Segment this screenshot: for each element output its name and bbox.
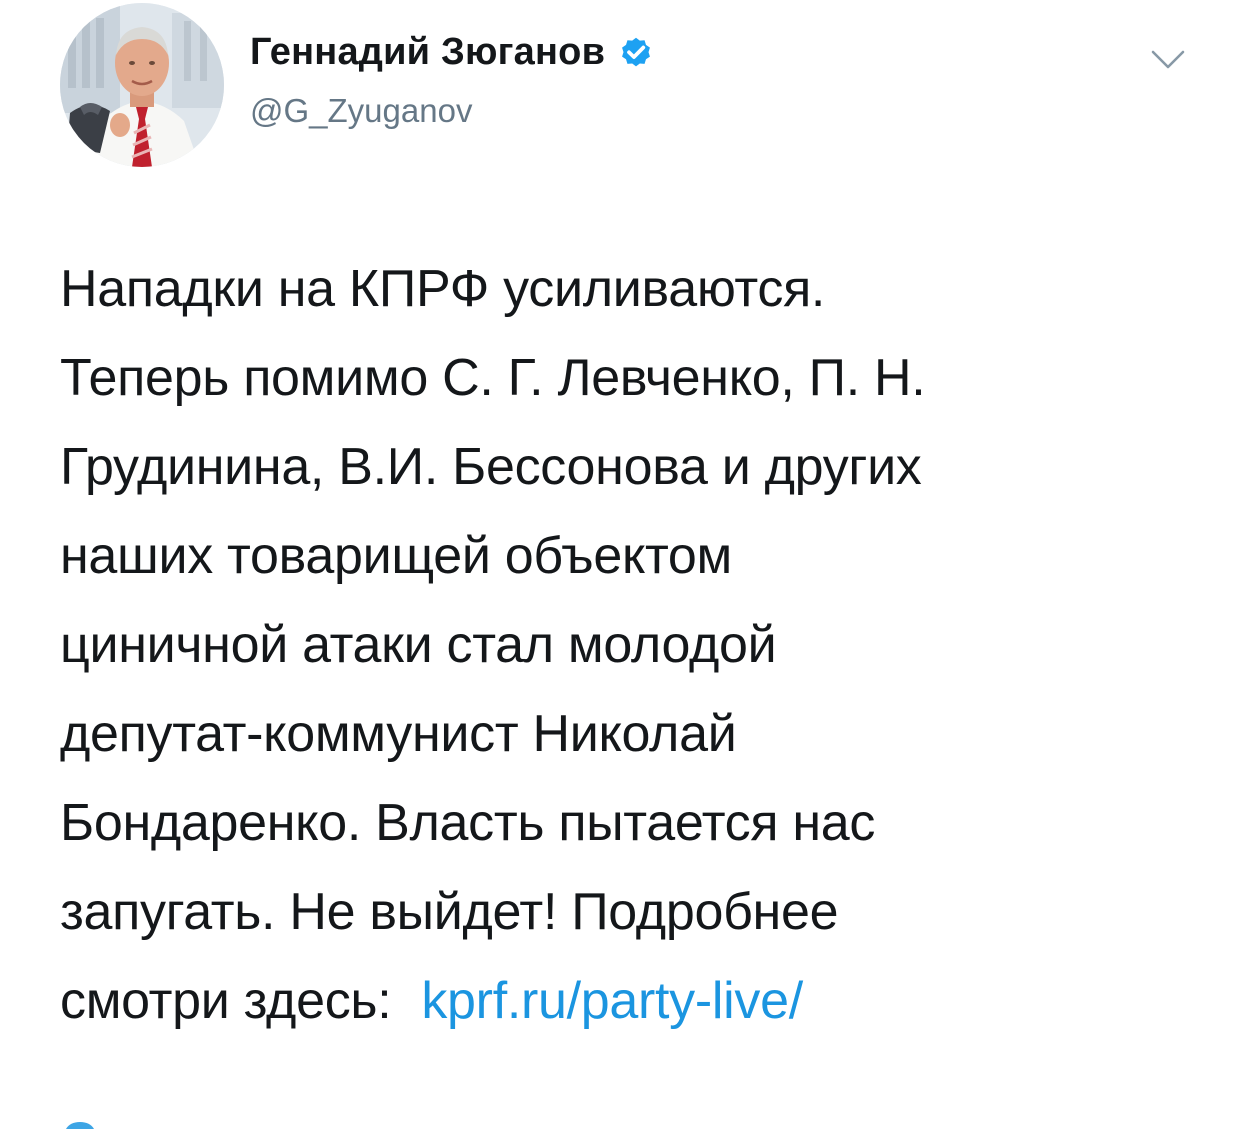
author-name-row: Геннадий Зюганов xyxy=(250,28,655,76)
tweet-text-line: циничной атаки стал молодой xyxy=(60,616,777,674)
tweet-text-line: Грудинина, В.И. Бессонова и других xyxy=(60,438,922,496)
tweet-text-last-line: смотри здесь: kprf.ru/party-live/ xyxy=(60,957,1210,1046)
cut-off-content xyxy=(60,1116,100,1136)
tweet: Геннадий Зюганов @G_Zyuganov Нападки на … xyxy=(0,0,1241,1129)
avatar[interactable] xyxy=(60,3,224,167)
tweet-link[interactable]: kprf.ru/party-live/ xyxy=(421,972,803,1030)
tweet-text-line: Теперь помимо С. Г. Левченко, П. Н. xyxy=(60,349,926,407)
tweet-text-line: депутат-коммунист Николай xyxy=(60,705,737,763)
tweet-text-line: Нападки на КПРФ усиливаются. xyxy=(60,260,826,318)
tweet-text: Нападки на КПРФ усиливаются. Теперь поми… xyxy=(60,245,1210,1046)
tweet-text-line: Бондаренко. Власть пытается нас xyxy=(60,794,876,852)
tweet-text-line: смотри здесь: xyxy=(60,972,392,1030)
author-handle[interactable]: @G_Zyuganov xyxy=(250,92,655,130)
tweet-author[interactable]: Геннадий Зюганов @G_Zyuganov xyxy=(250,28,655,130)
tweet-text-line: наших товарищей объектом xyxy=(60,527,732,585)
verified-badge-icon xyxy=(617,33,655,71)
author-display-name[interactable]: Геннадий Зюганов xyxy=(250,31,605,74)
chevron-down-icon[interactable] xyxy=(1150,48,1186,72)
tweet-text-line: запугать. Не выйдет! Подробнее xyxy=(60,883,839,941)
avatar-photo xyxy=(60,3,224,167)
